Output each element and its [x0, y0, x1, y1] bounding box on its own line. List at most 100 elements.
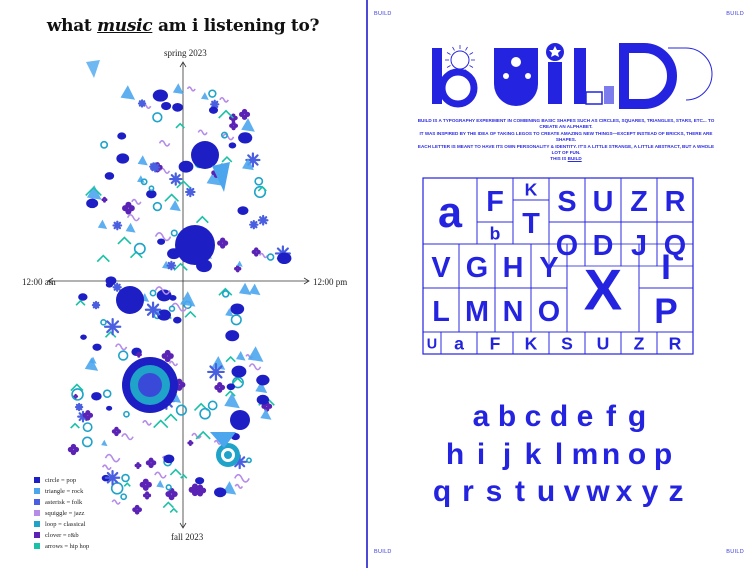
- grid-letter: O: [538, 296, 560, 328]
- alphabet-letter: q: [433, 475, 451, 508]
- grid-letter: a: [438, 189, 463, 237]
- intro-line-2: IT WAS INSPIRED BY THE IDEA OF TAKING LE…: [419, 130, 713, 143]
- legend-item: loop = classical: [34, 519, 89, 529]
- arrow-mark: [218, 109, 234, 119]
- triangle-mark: [172, 83, 184, 95]
- asterisk-mark: [185, 186, 196, 198]
- circle-mark: [277, 252, 292, 264]
- clover-leaf: [188, 443, 192, 446]
- grid-letter: b: [490, 224, 501, 244]
- circle-mark: [256, 374, 270, 386]
- triangle-mark: [120, 85, 136, 100]
- loop-mark: [168, 305, 176, 312]
- wordmark-u: [494, 48, 538, 106]
- grid-letter: Y: [539, 252, 558, 284]
- squiggle-mark: [154, 471, 167, 479]
- arrow-mark: [257, 185, 267, 192]
- legend-swatch: [34, 477, 40, 483]
- grid-letter: V: [431, 252, 451, 284]
- legend-swatch: [34, 532, 40, 538]
- alphabet-letter: b: [498, 400, 516, 433]
- circle-mark: [237, 206, 249, 215]
- clover-leaf: [136, 465, 140, 469]
- alphabet-letter: n: [602, 438, 620, 471]
- loop-mark: [175, 404, 188, 416]
- arrow-mark: [218, 287, 233, 296]
- arrow-mark: [225, 390, 236, 397]
- clover-mark: [217, 237, 229, 249]
- circle-mark: [230, 303, 245, 315]
- alphabet-letter: j: [502, 438, 511, 471]
- asterisk-mark: [207, 363, 225, 381]
- loop-mark: [266, 253, 275, 261]
- loop-mark: [121, 473, 130, 483]
- squiggle-mark: [121, 433, 134, 441]
- clover-leaf: [231, 118, 236, 123]
- sun-ray: [469, 52, 474, 55]
- legend-label: asterisk = folk: [45, 498, 83, 506]
- intro-line-1: BUILD IS A TYPOGRAPHY EXPERIMENT IN COMB…: [417, 118, 715, 130]
- clover-mark: [229, 121, 239, 131]
- loop-mark: [207, 400, 218, 411]
- circle-mark: [231, 365, 247, 378]
- alphabet-letter: v: [564, 475, 581, 508]
- grid-letter: T: [522, 208, 540, 240]
- squiggle-mark: [104, 453, 121, 463]
- grid-letter: U: [593, 186, 614, 218]
- clover-leaf: [219, 243, 226, 249]
- legend-label: clover = r&b: [45, 531, 79, 539]
- circle-mark: [228, 142, 237, 149]
- loop-mark: [120, 493, 128, 501]
- circle-mark: [86, 198, 99, 209]
- legend-swatch: [34, 521, 40, 527]
- wordmark-l-stem: [574, 48, 586, 104]
- alphabet-letter: d: [550, 400, 568, 433]
- page-title: what music am i listening to?: [0, 16, 366, 36]
- legend-item: clover = r&b: [34, 530, 89, 540]
- clover-leaf: [114, 431, 119, 437]
- circle-mark: [169, 295, 177, 301]
- sun-ray: [446, 65, 451, 68]
- squiggle-mark: [234, 473, 250, 483]
- legend-label: arrows = hip hop: [45, 542, 90, 550]
- alphabet-letter: f: [606, 400, 617, 433]
- clover-mark: [111, 426, 122, 437]
- legend-item: squiggle = jazz: [34, 508, 89, 518]
- squiggle-mark: [111, 499, 121, 505]
- build-wordmark: [432, 43, 713, 109]
- wordmark-b-bowl: [438, 68, 478, 108]
- loop-mark: [81, 436, 93, 448]
- left-page: what music am i listening to? spring 202…: [0, 0, 366, 568]
- loop-mark: [102, 389, 112, 398]
- sun-ray: [452, 46, 455, 51]
- alphabet-letter: m: [572, 438, 599, 471]
- grid-letter: N: [503, 296, 524, 328]
- circle-mark: [80, 334, 87, 340]
- alphabet-letter: a: [473, 400, 490, 433]
- intro-line-4: THIS IS BUILD: [416, 156, 716, 162]
- loop-mark: [149, 289, 157, 297]
- circle-mark: [78, 293, 88, 301]
- loop-mark: [82, 422, 93, 433]
- intro-build-link[interactable]: BUILD: [568, 156, 582, 161]
- arrow-mark: [173, 262, 188, 271]
- squiggle-mark: [234, 483, 244, 489]
- clover-leaf: [231, 125, 236, 131]
- clover-leaf: [254, 252, 259, 257]
- arrow-mark: [96, 254, 110, 263]
- grid-letter: K: [525, 334, 538, 354]
- blob-mark: [175, 225, 215, 265]
- alphabet-rows: a b c d e f g h i j k l m n o p q r s t u v w x y z: [433, 400, 684, 508]
- clover-mark: [101, 196, 108, 203]
- grid-letter: R: [665, 186, 686, 218]
- arrow-mark: [169, 507, 178, 513]
- sun-icon: [450, 50, 470, 70]
- grid-letter: K: [525, 180, 538, 200]
- circle-mark: [157, 238, 166, 245]
- loop-mark: [133, 242, 146, 255]
- axis-label-left: 12:00 am: [22, 277, 56, 287]
- clover-leaf: [70, 449, 77, 456]
- clover-leaf: [191, 490, 199, 497]
- grid-letter: P: [654, 292, 677, 331]
- grid-letter: S: [557, 186, 576, 218]
